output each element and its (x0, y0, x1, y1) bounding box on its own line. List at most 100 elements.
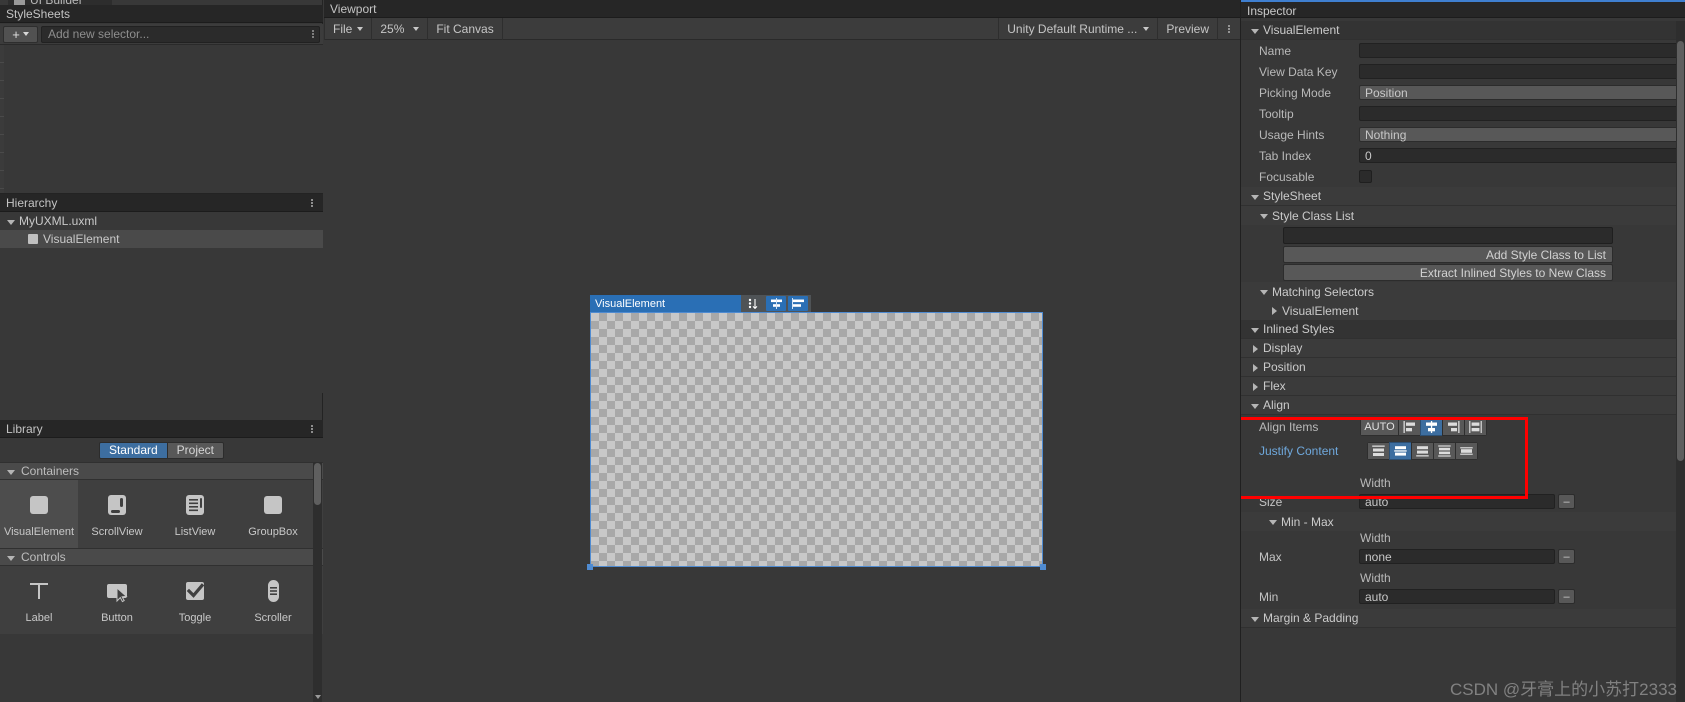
min-width-input[interactable]: auto (1359, 589, 1555, 604)
groupbox-icon (258, 490, 288, 520)
foldout-display[interactable]: Display (1241, 339, 1685, 358)
chevron-down-icon (1250, 25, 1261, 36)
viewport-canvas[interactable]: VisualElement (324, 40, 1240, 702)
align-vertical-icon[interactable] (788, 296, 808, 311)
field-usage-hints-dropdown[interactable]: Nothing (1359, 127, 1685, 142)
field-name: Name (1241, 40, 1685, 61)
matching-selector-item[interactable]: VisualElement (1241, 301, 1685, 320)
chevron-down-icon (1250, 324, 1261, 335)
field-focusable-checkbox[interactable] (1359, 170, 1372, 183)
chevron-down-icon (1250, 400, 1261, 411)
scrollbar-thumb[interactable] (1677, 41, 1684, 461)
resize-handle-bl[interactable] (587, 564, 593, 570)
hierarchy-menu-icon[interactable] (307, 198, 317, 208)
library-item-button[interactable]: Button (78, 566, 156, 634)
preview-label: Preview (1166, 21, 1209, 36)
align-section-highlight (1241, 417, 1528, 499)
library-item-scrollview[interactable]: ScrollView (78, 480, 156, 548)
library-item-groupbox[interactable]: GroupBox (234, 480, 312, 548)
foldout-style-class-list[interactable]: Style Class List (1241, 206, 1685, 225)
canvas-element-name: VisualElement (595, 297, 666, 310)
field-tooltip: Tooltip (1241, 103, 1685, 124)
field-name-input[interactable] (1359, 43, 1685, 58)
style-class-input[interactable] (1283, 227, 1613, 244)
canvas-element-body[interactable] (590, 312, 1043, 567)
field-picking-mode-dropdown[interactable]: Position (1359, 85, 1685, 100)
chevron-right-icon (1250, 362, 1261, 373)
max-width-header: Width (1360, 531, 1391, 545)
max-width-input[interactable]: none (1359, 549, 1555, 564)
new-selector-placeholder: Add new selector... (48, 27, 150, 41)
foldout-style-class-list-label: Style Class List (1272, 208, 1355, 223)
scrollbar-thumb[interactable] (314, 463, 321, 505)
zoom-level-dropdown[interactable]: 25% (372, 17, 429, 40)
viewport-panel: Viewport File 25% Fit Canvas Unity Defau… (324, 0, 1240, 702)
foldout-margin-padding-label: Margin & Padding (1263, 611, 1359, 625)
extract-inlined-styles-button[interactable]: Extract Inlined Styles to New Class (1283, 264, 1613, 281)
stylesheets-title-label: StyleSheets (6, 6, 71, 21)
library-tab-group: Standard Project (98, 441, 225, 459)
library-title-label: Library (6, 421, 43, 436)
scroll-down-icon[interactable] (315, 695, 321, 699)
visual-element-icon (28, 234, 38, 244)
new-selector-input[interactable]: Add new selector... (41, 25, 320, 43)
tab-project[interactable]: Project (166, 442, 224, 458)
text-t-icon (24, 576, 54, 606)
zoom-level-label: 25% (380, 21, 405, 36)
library-menu-icon[interactable] (307, 424, 317, 434)
tree-row[interactable]: VisualElement (0, 230, 323, 248)
foldout-align[interactable]: Align (1241, 396, 1685, 415)
library-scrollbar[interactable] (313, 462, 322, 702)
library-section-containers[interactable]: Containers (0, 462, 323, 480)
tree-row[interactable]: MyUXML.uxml (0, 212, 323, 230)
tab-standard[interactable]: Standard (99, 442, 167, 458)
square-icon (24, 490, 54, 520)
resize-handle-br[interactable] (1040, 564, 1046, 570)
add-stylesheet-button[interactable]: + (3, 25, 38, 43)
foldout-position[interactable]: Position (1241, 358, 1685, 377)
foldout-visualelement[interactable]: VisualElement (1241, 21, 1685, 40)
library-section-controls[interactable]: Controls (0, 548, 323, 566)
field-tab-index-input[interactable]: 0 (1359, 148, 1685, 163)
library-item-label: Button (101, 612, 133, 624)
size-width-unit-dropdown[interactable]: – (1558, 494, 1575, 509)
viewport-menu-icon[interactable] (1217, 17, 1240, 40)
foldout-margin-padding[interactable]: Margin & Padding (1241, 609, 1685, 628)
watermark: CSDN @牙膏上的小苏打2333 (1450, 680, 1677, 699)
max-width-unit-dropdown[interactable]: – (1558, 549, 1575, 564)
foldout-flex[interactable]: Flex (1241, 377, 1685, 396)
canvas-selected-element[interactable]: VisualElement (587, 295, 1046, 570)
file-menu-button[interactable]: File (324, 17, 373, 40)
viewport-title-label: Viewport (330, 1, 377, 16)
min-width-unit-dropdown[interactable]: – (1558, 589, 1575, 604)
chevron-right-icon (1269, 305, 1280, 316)
chevron-down-icon (1143, 26, 1150, 31)
inspector-scrollbar[interactable] (1676, 21, 1685, 702)
inspector-content: VisualElement Name View Data Key Picking… (1241, 21, 1685, 702)
library-item-listview[interactable]: ListView (156, 480, 234, 548)
add-style-class-button[interactable]: Add Style Class to List (1283, 246, 1613, 263)
theme-dropdown[interactable]: Unity Default Runtime ... (998, 17, 1157, 40)
stylesheets-list[interactable] (0, 45, 323, 194)
fit-canvas-button[interactable]: Fit Canvas (428, 17, 503, 40)
library-item-label[interactable]: Label (0, 566, 78, 634)
preview-button[interactable]: Preview (1157, 17, 1217, 40)
library-item-toggle[interactable]: Toggle (156, 566, 234, 634)
hierarchy-panel-title: Hierarchy (0, 194, 323, 212)
library-item-visualelement[interactable]: VisualElement (0, 480, 78, 548)
field-tooltip-input[interactable] (1359, 106, 1685, 121)
chevron-down-icon (6, 466, 17, 477)
chevron-down-icon[interactable] (6, 216, 17, 227)
foldout-inlined-styles[interactable]: Inlined Styles (1241, 320, 1685, 339)
foldout-stylesheet-label: StyleSheet (1263, 189, 1322, 203)
foldout-stylesheet[interactable]: StyleSheet (1241, 187, 1685, 206)
library-item-scroller[interactable]: Scroller (234, 566, 312, 634)
foldout-matching-selectors[interactable]: Matching Selectors (1241, 282, 1685, 301)
viewport-panel-title: Viewport (324, 0, 1240, 18)
foldout-min-max[interactable]: Min - Max (1241, 512, 1685, 531)
library-section-label: Containers (21, 464, 80, 478)
field-view-data-key-input[interactable] (1359, 64, 1685, 79)
selector-menu-icon[interactable] (312, 29, 314, 39)
align-horizontal-icon[interactable] (766, 296, 786, 311)
resize-icon[interactable] (744, 296, 764, 311)
